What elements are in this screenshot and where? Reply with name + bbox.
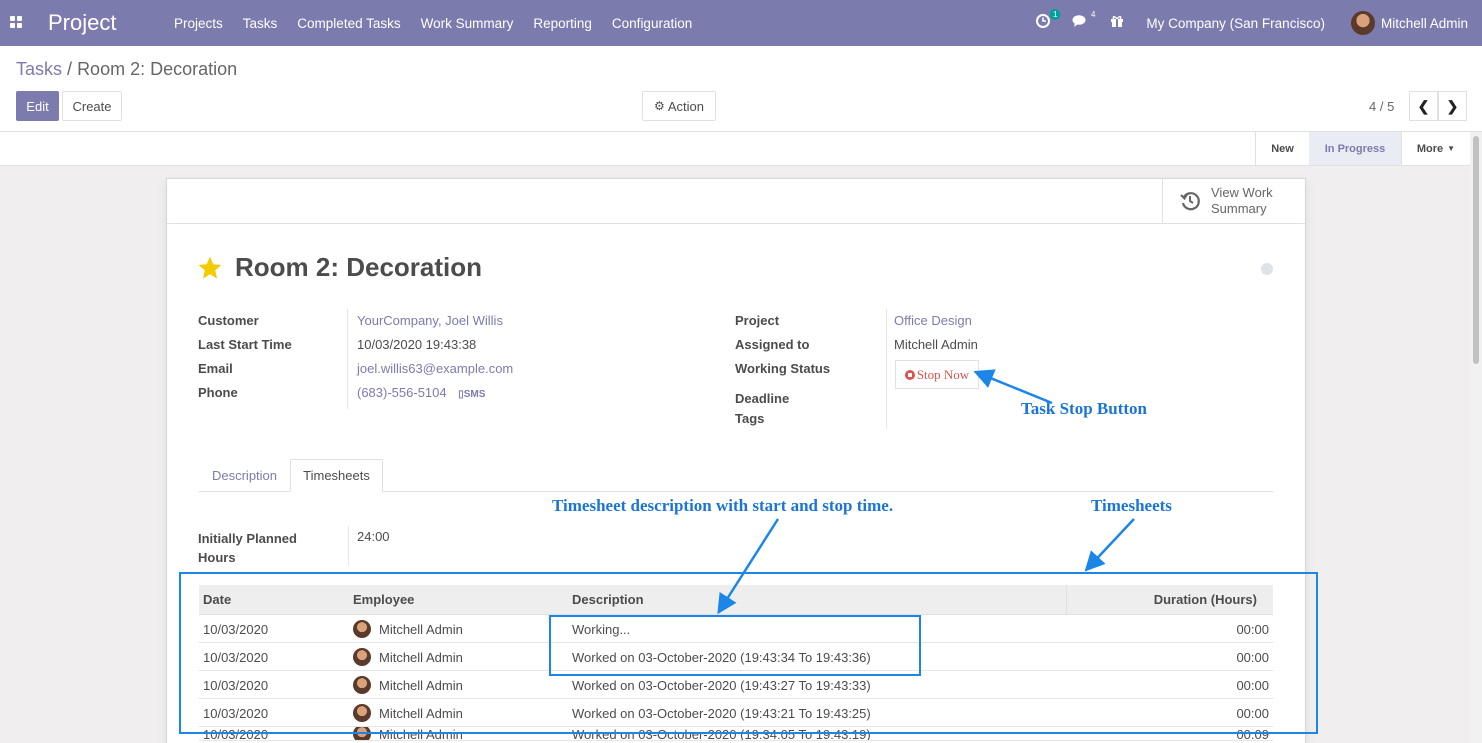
stage-more-label: More: [1416, 142, 1444, 155]
page-scrollbar[interactable]: [1470, 132, 1482, 743]
sms-label: SMS: [463, 389, 486, 400]
messages-badge: 4: [1090, 10, 1096, 19]
stop-icon: [904, 369, 915, 380]
company-switcher[interactable]: My Company (San Francisco): [1146, 16, 1325, 31]
title-row: Room 2: Decoration: [197, 252, 482, 283]
task-title: Room 2: Decoration: [235, 252, 483, 282]
menu-item-work-summary[interactable]: Work Summary: [411, 16, 524, 31]
menu-item-tasks[interactable]: Tasks: [233, 16, 288, 31]
button-box: View Work Summary: [167, 179, 1305, 224]
assigned-to-label: Assigned to: [735, 337, 810, 352]
systray: 1 4 My Company (San Francisco) Mitchell …: [1036, 0, 1482, 46]
chevron-left-icon: ❮: [1417, 97, 1430, 114]
gift-icon[interactable]: [1110, 14, 1124, 32]
menu-item-completed-tasks[interactable]: Completed Tasks: [287, 16, 410, 31]
gear-icon: ⚙: [654, 99, 665, 113]
history-icon: [1180, 192, 1200, 211]
deadline-label: Deadline: [735, 391, 790, 406]
chevron-right-icon: ❯: [1446, 97, 1459, 114]
stage-new[interactable]: New: [1255, 132, 1309, 165]
phone-number-link[interactable]: (683)-556-5104: [357, 385, 447, 400]
working-status-label: Working Status: [735, 361, 831, 376]
last-start-time-label: Last Start Time: [198, 337, 292, 352]
pager-previous-button[interactable]: ❮: [1409, 91, 1438, 121]
planned-hours-label: Initially Planned Hours: [198, 531, 297, 565]
action-button-label: Action: [667, 98, 704, 114]
pager-value[interactable]: 4 / 5: [1369, 99, 1394, 114]
annotation-stop-button: Task Stop Button: [1021, 399, 1147, 418]
annotation-description: Timesheet description with start and sto…: [552, 496, 894, 515]
stop-now-button[interactable]: Stop Now: [895, 360, 979, 389]
pager-next-button[interactable]: ❯: [1438, 91, 1467, 121]
notebook-tabs: Description Timesheets: [199, 459, 1273, 492]
annotation-description-box: [549, 615, 921, 676]
customer-label: Customer: [198, 313, 259, 328]
messages-icon[interactable]: 4: [1072, 10, 1095, 32]
edit-button[interactable]: Edit: [16, 91, 59, 121]
priority-star-icon[interactable]: [197, 255, 223, 281]
menu-item-projects[interactable]: Projects: [164, 16, 233, 31]
stage-more-dropdown[interactable]: More ▼: [1401, 132, 1470, 165]
assigned-to-value: Mitchell Admin: [894, 337, 978, 352]
caret-down-icon: ▼: [1447, 144, 1456, 153]
user-menu[interactable]: Mitchell Admin: [1381, 16, 1468, 31]
field-separator-right: [886, 309, 887, 429]
email-label: Email: [198, 361, 233, 376]
phone-label: Phone: [198, 385, 238, 400]
activity-clock-icon[interactable]: 1: [1036, 9, 1061, 32]
action-button[interactable]: ⚙ Action: [642, 91, 716, 121]
stage-statusbar: New In Progress More ▼: [0, 132, 1470, 166]
tab-timesheets[interactable]: Timesheets: [290, 459, 383, 492]
sms-button[interactable]: ▯SMS: [458, 389, 485, 400]
breadcrumb-current: Room 2: Decoration: [77, 59, 238, 79]
tab-description[interactable]: Description: [199, 459, 290, 492]
scrollbar-thumb[interactable]: [1473, 136, 1479, 364]
project-label: Project: [735, 313, 780, 328]
field-separator-left: [347, 309, 348, 409]
view-work-summary-button[interactable]: View Work Summary: [1162, 179, 1305, 223]
customer-value[interactable]: YourCompany, Joel Willis: [357, 313, 503, 328]
planned-separator: [348, 526, 349, 566]
apps-menu-icon[interactable]: [10, 16, 24, 30]
project-value[interactable]: Office Design: [894, 313, 972, 328]
top-navbar: Project Projects Tasks Completed Tasks W…: [0, 0, 1482, 46]
phone-value: (683)-556-5104 ▯SMS: [357, 385, 485, 400]
user-avatar[interactable]: [1350, 11, 1375, 35]
breadcrumb-tasks-link[interactable]: Tasks: [16, 59, 62, 79]
tags-label: Tags: [735, 411, 765, 426]
menu-item-configuration[interactable]: Configuration: [602, 16, 702, 31]
control-panel: Tasks / Room 2: Decoration Edit Create ⚙…: [0, 46, 1482, 132]
stop-now-label: Stop Now: [916, 366, 970, 382]
kanban-state-indicator[interactable]: [1261, 263, 1273, 275]
activity-badge: 1: [1049, 9, 1061, 20]
planned-hours-value: 24:00: [357, 529, 390, 544]
breadcrumb-separator: /: [67, 59, 73, 79]
view-work-summary-label: View Work Summary: [1211, 185, 1273, 216]
main-menu: Projects Tasks Completed Tasks Work Summ…: [164, 0, 702, 46]
app-name[interactable]: Project: [48, 10, 116, 36]
email-value[interactable]: joel.willis63@example.com: [357, 361, 513, 376]
breadcrumb: Tasks / Room 2: Decoration: [16, 59, 237, 80]
annotation-timesheets: Timesheets: [1091, 496, 1172, 515]
create-button[interactable]: Create: [62, 91, 122, 121]
stage-in-progress[interactable]: In Progress: [1309, 132, 1401, 165]
menu-item-reporting[interactable]: Reporting: [523, 16, 602, 31]
last-start-time-value: 10/03/2020 19:43:38: [357, 337, 477, 352]
